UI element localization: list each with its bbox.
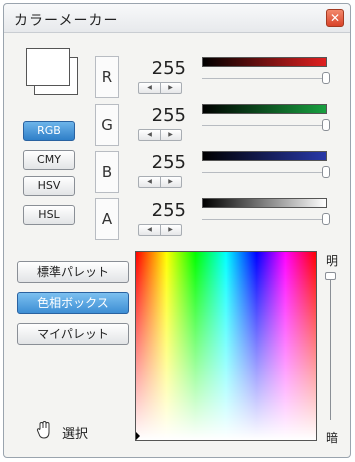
channel-spinner-r[interactable]: ◀ ▶	[138, 82, 182, 94]
standard-palette-button[interactable]: 標準パレット	[17, 261, 129, 283]
spectrum-cursor-icon	[136, 432, 140, 440]
channel-label-r: R	[95, 56, 119, 98]
channel-spinner-b[interactable]: ◀ ▶	[138, 176, 182, 188]
channel-slider-track-r[interactable]	[202, 78, 327, 79]
channel-slider-thumb-b[interactable]	[322, 166, 330, 178]
channel-gradient-a[interactable]	[202, 198, 327, 208]
channel-gradient-r[interactable]	[202, 57, 327, 67]
window-title: カラーメーカー	[14, 13, 119, 29]
channel-slider-thumb-a[interactable]	[322, 213, 330, 225]
close-icon[interactable]: ✕	[326, 9, 344, 27]
select-tool-label: 選択	[62, 427, 89, 442]
channel-slider-thumb-g[interactable]	[322, 119, 330, 131]
brightness-bright-label: 明	[326, 254, 339, 268]
increment-icon[interactable]: ▶	[160, 177, 181, 187]
foreground-color-swatch[interactable]	[26, 48, 70, 86]
channel-gradient-b[interactable]	[202, 151, 327, 161]
channel-slider-track-b[interactable]	[202, 172, 327, 173]
channel-label-g: G	[95, 104, 119, 146]
channel-slider-thumb-r[interactable]	[322, 72, 330, 84]
channel-value-b[interactable]: 255	[128, 152, 186, 174]
hue-box-button[interactable]: 色相ボックス	[17, 292, 129, 314]
channel-value-a[interactable]: 255	[128, 200, 186, 222]
mode-button-rgb[interactable]: RGB	[23, 121, 75, 141]
mode-button-cmy[interactable]: CMY	[23, 150, 75, 170]
brightness-slider-track[interactable]	[330, 272, 331, 420]
brightness-slider-thumb[interactable]	[325, 272, 336, 280]
mode-button-hsl[interactable]: HSL	[23, 205, 75, 225]
title-bar[interactable]: カラーメーカー ✕	[4, 4, 350, 33]
increment-icon[interactable]: ▶	[160, 225, 181, 235]
hand-icon[interactable]	[36, 420, 52, 440]
decrement-icon[interactable]: ◀	[139, 83, 161, 93]
channel-spinner-g[interactable]: ◀ ▶	[138, 129, 182, 141]
brightness-dark-label: 暗	[326, 431, 339, 445]
channel-value-r[interactable]: 255	[128, 58, 186, 80]
channel-value-g[interactable]: 255	[128, 105, 186, 127]
decrement-icon[interactable]: ◀	[139, 225, 161, 235]
increment-icon[interactable]: ▶	[160, 130, 181, 140]
channel-label-a: A	[95, 198, 119, 240]
channel-slider-track-g[interactable]	[202, 125, 327, 126]
mode-button-hsv[interactable]: HSV	[23, 176, 75, 196]
hue-spectrum-box[interactable]	[135, 251, 317, 441]
my-palette-button[interactable]: マイパレット	[17, 323, 129, 345]
channel-gradient-g[interactable]	[202, 104, 327, 114]
channel-spinner-a[interactable]: ◀ ▶	[138, 224, 182, 236]
increment-icon[interactable]: ▶	[160, 83, 181, 93]
decrement-icon[interactable]: ◀	[139, 130, 161, 140]
channel-label-b: B	[95, 151, 119, 193]
channel-slider-track-a[interactable]	[202, 219, 327, 220]
decrement-icon[interactable]: ◀	[139, 177, 161, 187]
